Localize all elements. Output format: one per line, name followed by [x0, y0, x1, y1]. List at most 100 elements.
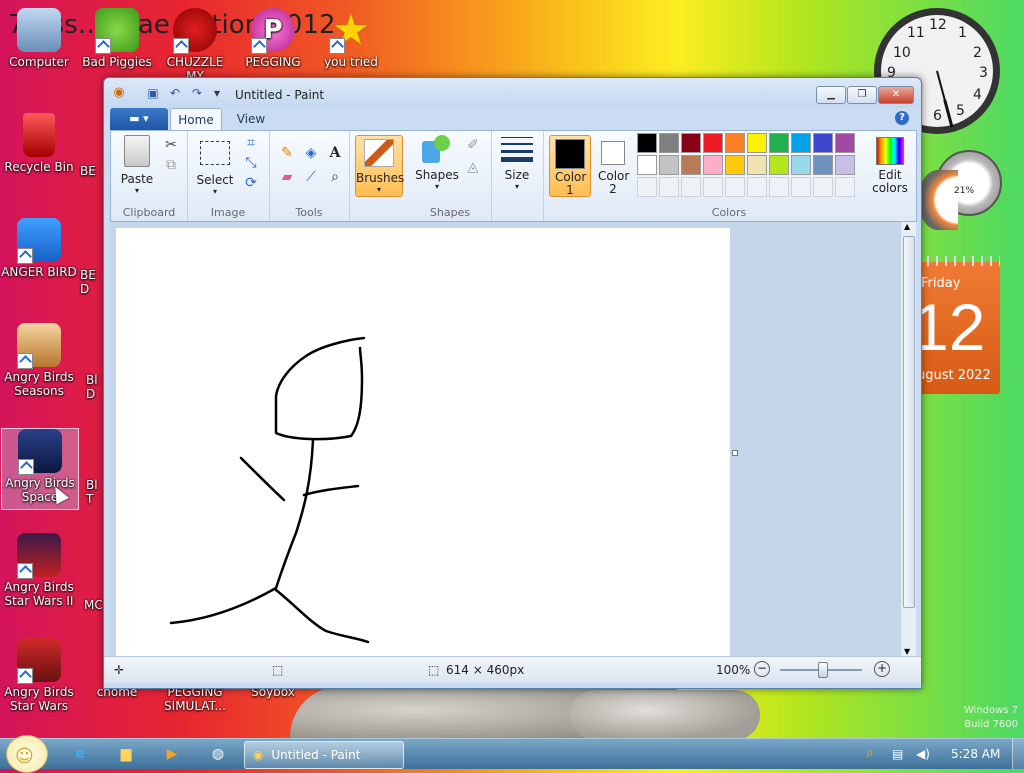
palette-swatch[interactable]: [725, 177, 745, 197]
palette-swatch[interactable]: [747, 177, 767, 197]
scroll-down-icon[interactable]: ▼: [904, 647, 910, 656]
desktop-icon-angry-birds-star-wars[interactable]: Angry Birds Star Wars: [1, 638, 77, 713]
palette-swatch[interactable]: [703, 155, 723, 175]
chrome-icon[interactable]: ◍: [200, 742, 236, 766]
palette-swatch[interactable]: [725, 133, 745, 153]
edit-colors-button[interactable]: Edit colors: [869, 135, 911, 195]
minimize-button[interactable]: ▁: [816, 86, 846, 104]
text-icon[interactable]: A: [325, 143, 345, 163]
paint-app-icon[interactable]: ◉: [112, 86, 126, 100]
calendar-gadget[interactable]: Friday 12 ugust 2022: [912, 256, 1000, 394]
palette-swatch[interactable]: [791, 177, 811, 197]
palette-swatch[interactable]: [681, 133, 701, 153]
size-button[interactable]: Size ▾: [497, 135, 537, 191]
desktop-icon-chuzzle[interactable]: CHUZZLE MY: [157, 8, 233, 83]
vertical-scrollbar[interactable]: ▲ ▼: [900, 222, 916, 656]
outline-icon[interactable]: ✐: [463, 135, 483, 155]
undo-icon[interactable]: ↶: [168, 86, 182, 100]
pencil-icon[interactable]: ✎: [277, 143, 297, 163]
palette-swatch[interactable]: [637, 155, 657, 175]
palette-swatch[interactable]: [703, 177, 723, 197]
color1-button[interactable]: Color 1: [549, 135, 591, 197]
media-player-icon[interactable]: ▶: [154, 742, 190, 766]
canvas-area[interactable]: [110, 222, 900, 656]
zoom-slider-knob[interactable]: [818, 662, 828, 678]
palette-swatch[interactable]: [769, 177, 789, 197]
show-desktop-button[interactable]: [1012, 739, 1024, 769]
volume-icon[interactable]: ◀): [916, 747, 930, 761]
magnifier-icon[interactable]: ⌕: [325, 167, 345, 187]
rotate-icon[interactable]: ⟳: [241, 173, 261, 193]
scrollbar-thumb[interactable]: [903, 236, 915, 608]
palette-swatch[interactable]: [747, 155, 767, 175]
fill-shape-icon[interactable]: ◬: [463, 157, 483, 177]
close-button[interactable]: ✕: [878, 86, 914, 104]
zoom-in-icon[interactable]: +: [874, 661, 890, 677]
maximize-button[interactable]: ❐: [847, 86, 877, 104]
brushes-button[interactable]: Brushes ▾: [355, 135, 404, 197]
desktop-icon-you-tried[interactable]: ★ you tried: [313, 8, 389, 70]
copy-icon[interactable]: ⧉: [161, 155, 181, 175]
palette-swatch[interactable]: [637, 133, 657, 153]
desktop-icon-angry-birds-star-wars-ii[interactable]: Angry Birds Star Wars II: [1, 533, 77, 608]
redo-icon[interactable]: ↷: [190, 86, 204, 100]
file-explorer-icon[interactable]: ▆: [108, 742, 144, 766]
palette-swatch[interactable]: [725, 155, 745, 175]
color-picker-icon[interactable]: ⟋: [301, 167, 321, 187]
palette-swatch[interactable]: [637, 177, 657, 197]
taskbar-item-paint[interactable]: ◉ Untitled - Paint: [244, 741, 404, 769]
palette-swatch[interactable]: [813, 155, 833, 175]
palette-swatch[interactable]: [835, 177, 855, 197]
color2-button[interactable]: Color 2: [593, 135, 633, 196]
zoom-out-icon[interactable]: −: [754, 661, 770, 677]
save-icon[interactable]: ▣: [146, 86, 160, 100]
paste-button[interactable]: Paste ▾: [117, 135, 157, 195]
desktop-icon-bad-piggies[interactable]: Bad Piggies: [79, 8, 155, 69]
customize-quick-access-icon[interactable]: ▾: [210, 86, 224, 100]
desktop-icon-recycle-bin[interactable]: Recycle Bin: [1, 113, 77, 174]
palette-swatch[interactable]: [747, 133, 767, 153]
desktop-icon-computer[interactable]: Computer: [1, 8, 77, 69]
palette-swatch[interactable]: [813, 177, 833, 197]
ribbon-tabs: ▬ ▾ Home View ?: [110, 108, 915, 131]
zoom-slider[interactable]: [780, 662, 862, 678]
start-button[interactable]: ☺: [6, 735, 48, 773]
tab-view[interactable]: View: [226, 108, 276, 130]
palette-swatch[interactable]: [769, 133, 789, 153]
canvas-resize-handle[interactable]: [732, 450, 738, 456]
paint-window[interactable]: ◉ ▣ ↶ ↷ ▾ Untitled - Paint ▁ ❐ ✕ ▬ ▾ Hom…: [103, 77, 922, 689]
desktop-icon-angry-birds-seasons[interactable]: Angry Birds Seasons: [1, 323, 77, 398]
palette-swatch[interactable]: [681, 177, 701, 197]
scroll-up-icon[interactable]: ▲: [904, 222, 910, 231]
tab-home[interactable]: Home: [170, 108, 222, 131]
palette-swatch[interactable]: [659, 177, 679, 197]
palette-swatch[interactable]: [659, 133, 679, 153]
palette-swatch[interactable]: [791, 155, 811, 175]
internet-explorer-icon[interactable]: e: [62, 742, 98, 766]
title-bar[interactable]: ◉ ▣ ↶ ↷ ▾ Untitled - Paint ▁ ❐ ✕: [104, 78, 921, 108]
palette-swatch[interactable]: [681, 155, 701, 175]
file-menu-button[interactable]: ▬ ▾: [110, 108, 168, 130]
crop-icon[interactable]: ⌗: [241, 133, 261, 153]
desktop-icon-anger-bird[interactable]: ANGER BIRD: [1, 218, 77, 279]
palette-swatch[interactable]: [813, 133, 833, 153]
palette-swatch[interactable]: [659, 155, 679, 175]
search-icon[interactable]: ⌕: [866, 745, 874, 761]
palette-swatch[interactable]: [835, 133, 855, 153]
resize-icon[interactable]: ⤡: [241, 153, 261, 173]
shapes-button[interactable]: Shapes ▾: [415, 135, 459, 191]
drawing-canvas[interactable]: [116, 228, 730, 656]
palette-swatch[interactable]: [703, 133, 723, 153]
cpu-meter-gadget[interactable]: 21%: [918, 150, 1002, 240]
fill-icon[interactable]: ◈: [301, 143, 321, 163]
palette-swatch[interactable]: [769, 155, 789, 175]
palette-swatch[interactable]: [835, 155, 855, 175]
network-icon[interactable]: ▤: [892, 747, 903, 761]
system-clock[interactable]: 5:28 AM: [951, 747, 1000, 761]
cut-icon[interactable]: ✂: [161, 135, 181, 155]
eraser-icon[interactable]: ▰: [277, 167, 297, 187]
palette-swatch[interactable]: [791, 133, 811, 153]
help-icon[interactable]: ?: [895, 111, 909, 125]
select-button[interactable]: Select ▾: [193, 135, 237, 196]
desktop-icon-pegging[interactable]: P PEGGING: [235, 8, 311, 69]
